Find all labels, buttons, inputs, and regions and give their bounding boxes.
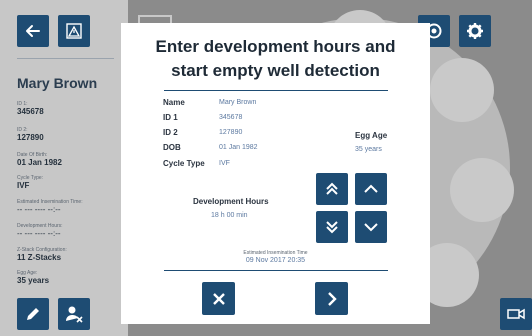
dialog-divider-top: [164, 90, 388, 91]
sidebar-field-id1: ID 1: 345678: [17, 101, 44, 117]
field-value: -- --- ---- --:--: [17, 229, 61, 238]
field-value: 35 years: [17, 276, 50, 285]
patient-sidebar: Mary Brown ID 1: 345678 ID 2: 127890 Dat…: [0, 0, 128, 336]
double-chevron-down-icon: [326, 221, 338, 234]
dish-alert-icon: [66, 23, 82, 39]
edit-button[interactable]: [17, 298, 49, 330]
info-label-cycle-type: Cycle Type: [163, 159, 205, 168]
gear-icon: [467, 23, 483, 39]
remove-patient-button[interactable]: [58, 298, 90, 330]
patient-name: Mary Brown: [17, 75, 98, 91]
cancel-button[interactable]: [202, 282, 235, 315]
field-value: -- --- ---- --:--: [17, 205, 61, 214]
close-icon: [212, 292, 225, 305]
decrease-button[interactable]: [355, 211, 387, 243]
video-button[interactable]: [500, 298, 532, 330]
double-chevron-up-icon: [326, 182, 338, 195]
field-value: IVF: [17, 181, 30, 190]
info-value-id1: 345678: [219, 114, 243, 121]
dev-hours-label: Development Hours: [193, 197, 269, 206]
info-label-dob: DOB: [163, 143, 181, 152]
increase-button[interactable]: [355, 173, 387, 205]
field-value: 01 Jan 1982: [17, 158, 62, 167]
chevron-right-icon: [327, 291, 337, 306]
user-remove-icon: [66, 306, 83, 323]
egg-age-value: 35 years: [355, 146, 382, 153]
back-button[interactable]: [17, 15, 49, 47]
settings-button[interactable]: [459, 15, 491, 47]
development-hours-dialog: Enter development hours and start empty …: [121, 23, 430, 324]
next-button[interactable]: [315, 282, 348, 315]
sidebar-field-dev-hours: Development Hours: -- --- ---- --:--: [17, 223, 63, 239]
pencil-icon: [27, 308, 39, 320]
well[interactable]: [450, 158, 514, 222]
video-off-icon: [507, 308, 525, 320]
sidebar-field-id2: ID 2: 127890: [17, 127, 44, 143]
sidebar-field-egg-age: Egg Age: 35 years: [17, 270, 49, 286]
decrease-fast-button[interactable]: [316, 211, 348, 243]
field-value: 127890: [17, 133, 44, 142]
dialog-title-line2: start empty well detection: [171, 61, 380, 80]
info-value-id2: 127890: [219, 129, 243, 136]
info-label-id2: ID 2: [163, 128, 178, 137]
info-value-cycle-type: IVF: [219, 160, 230, 167]
sidebar-field-zstack: Z-Stack Configuration: 11 Z-Stacks: [17, 247, 67, 263]
arrow-left-icon: [26, 25, 40, 37]
sidebar-field-dob: Date Of Birth: 01 Jan 1982: [17, 152, 62, 168]
increase-fast-button[interactable]: [316, 173, 348, 205]
dialog-title: Enter development hours and start empty …: [121, 35, 430, 83]
chevron-down-icon: [364, 223, 378, 232]
field-value: 345678: [17, 107, 44, 116]
info-value-name: Mary Brown: [219, 99, 257, 106]
sidebar-divider: [17, 58, 114, 59]
info-label-id1: ID 1: [163, 113, 178, 122]
insemination-label: Estimated Insemination Time: [243, 250, 308, 256]
dialog-title-line1: Enter development hours and: [155, 37, 396, 56]
dish-warning-button[interactable]: [58, 15, 90, 47]
chevron-up-icon: [364, 184, 378, 193]
info-label-name: Name: [163, 98, 185, 107]
egg-age-label: Egg Age: [355, 131, 388, 140]
dev-hours-value: 18 h 00 min: [211, 212, 248, 219]
dialog-divider-bottom: [164, 270, 388, 271]
sidebar-field-insemination: Estimated Insemination Time: -- --- ----…: [17, 199, 83, 215]
sidebar-field-cycle-type: Cycle Type: IVF: [17, 175, 43, 191]
well[interactable]: [430, 58, 494, 122]
field-value: 11 Z-Stacks: [17, 253, 62, 262]
insemination-value: 09 Nov 2017 20:35: [245, 257, 306, 264]
info-value-dob: 01 Jan 1982: [219, 144, 258, 151]
